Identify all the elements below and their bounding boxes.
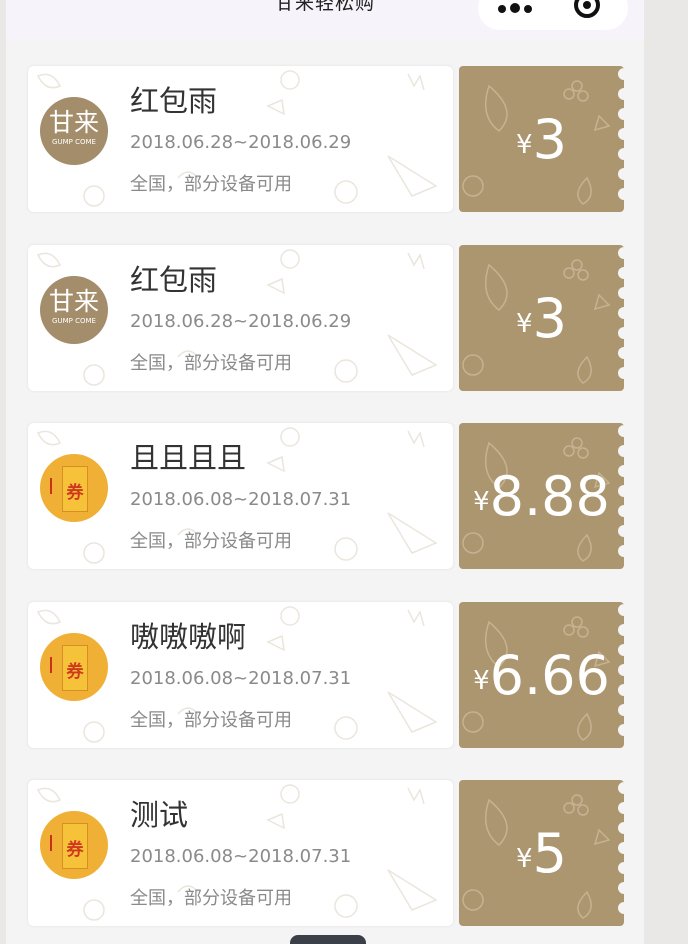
- coupon-card[interactable]: 券 且且且且 2018.06.08~2018.07.31 全国，部分设备可用 ¥: [28, 423, 624, 569]
- phone-screen: 甘来轻松购 甘来 GUMP COME 红包雨 2018.06.28~2018.0…: [6, 0, 644, 944]
- coupon-amount-panel: ¥ 6.66: [459, 602, 624, 748]
- coupon-title: 嗷嗷嗷啊: [130, 620, 247, 654]
- currency-symbol: ¥: [516, 309, 533, 339]
- coupon-voucher-icon: 券: [40, 811, 108, 879]
- coupon-amount: ¥ 6.66: [459, 602, 624, 748]
- coupon-info: 券 测试 2018.06.08~2018.07.31 全国，部分设备可用: [28, 780, 453, 926]
- floating-button[interactable]: [290, 935, 366, 944]
- coupon-info: 券 嗷嗷嗷啊 2018.06.08~2018.07.31 全国，部分设备可用: [28, 602, 453, 748]
- coupon-amount: ¥ 8.88: [459, 423, 624, 569]
- coupon-title: 红包雨: [130, 263, 218, 297]
- merchant-logo: 甘来 GUMP COME: [40, 97, 108, 165]
- coupon-title: 且且且且: [130, 441, 247, 475]
- amount-value: 8.88: [489, 464, 610, 528]
- close-icon[interactable]: [574, 0, 600, 18]
- coupon-amount-panel: ¥ 8.88: [459, 423, 624, 569]
- amount-value: 3: [532, 107, 567, 171]
- coupon-card[interactable]: 券 嗷嗷嗷啊 2018.06.08~2018.07.31 全国，部分设备可用 ¥: [28, 602, 624, 748]
- currency-symbol: ¥: [516, 130, 533, 160]
- coupon-voucher-icon: 券: [40, 633, 108, 701]
- coupon-scope: 全国，部分设备可用: [130, 174, 292, 195]
- coupon-amount-panel: ¥ 3: [459, 245, 624, 391]
- coupon-info: 甘来 GUMP COME 红包雨 2018.06.28~2018.06.29 全…: [28, 66, 453, 212]
- merchant-logo: 甘来 GUMP COME: [40, 276, 108, 344]
- mini-program-capsule: [478, 0, 628, 30]
- coupon-validity: 2018.06.28~2018.06.29: [130, 132, 352, 153]
- coupon-info: 甘来 GUMP COME 红包雨 2018.06.28~2018.06.29 全…: [28, 245, 453, 391]
- coupon-scope: 全国，部分设备可用: [130, 710, 292, 731]
- currency-symbol: ¥: [516, 844, 533, 874]
- coupon-amount: ¥ 3: [459, 66, 624, 212]
- more-icon[interactable]: [498, 0, 536, 17]
- coupon-validity: 2018.06.08~2018.07.31: [130, 489, 352, 510]
- coupon-title: 测试: [130, 798, 189, 832]
- amount-value: 5: [532, 821, 567, 885]
- coupon-validity: 2018.06.28~2018.06.29: [130, 311, 352, 332]
- coupon-amount: ¥ 5: [459, 780, 624, 926]
- currency-symbol: ¥: [473, 487, 490, 517]
- coupon-card[interactable]: 甘来 GUMP COME 红包雨 2018.06.28~2018.06.29 全…: [28, 66, 624, 212]
- coupon-scope: 全国，部分设备可用: [130, 353, 292, 374]
- coupon-card[interactable]: 券 测试 2018.06.08~2018.07.31 全国，部分设备可用 ¥ 5: [28, 780, 624, 926]
- coupon-amount-panel: ¥ 5: [459, 780, 624, 926]
- coupon-title: 红包雨: [130, 84, 218, 118]
- coupon-info: 券 且且且且 2018.06.08~2018.07.31 全国，部分设备可用: [28, 423, 453, 569]
- coupon-scope: 全国，部分设备可用: [130, 531, 292, 552]
- coupon-validity: 2018.06.08~2018.07.31: [130, 668, 352, 689]
- navigation-bar: 甘来轻松购: [6, 0, 644, 40]
- coupon-scope: 全国，部分设备可用: [130, 888, 292, 909]
- coupon-validity: 2018.06.08~2018.07.31: [130, 846, 352, 867]
- coupon-card[interactable]: 甘来 GUMP COME 红包雨 2018.06.28~2018.06.29 全…: [28, 245, 624, 391]
- coupon-amount: ¥ 3: [459, 245, 624, 391]
- amount-value: 3: [532, 286, 567, 350]
- amount-value: 6.66: [489, 643, 610, 707]
- coupon-voucher-icon: 券: [40, 454, 108, 522]
- currency-symbol: ¥: [473, 666, 490, 696]
- coupon-amount-panel: ¥ 3: [459, 66, 624, 212]
